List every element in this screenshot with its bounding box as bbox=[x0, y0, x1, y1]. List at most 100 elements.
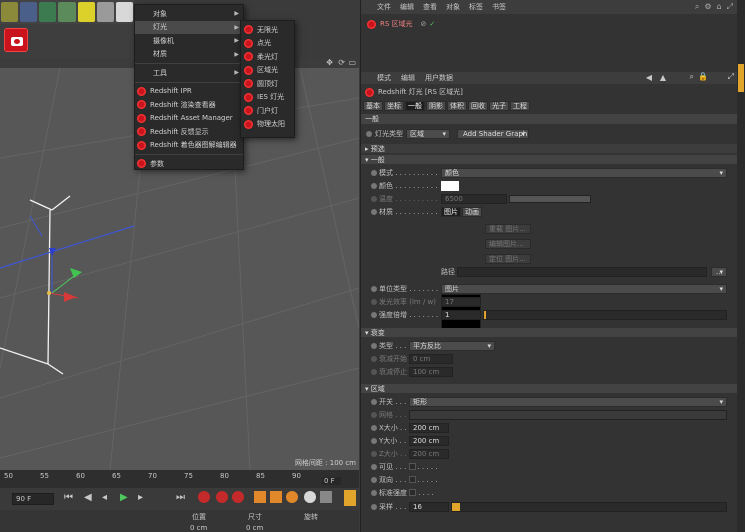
add-shader-graph-button[interactable]: Add Shader Graph bbox=[457, 129, 529, 139]
side-tab-highlight[interactable] bbox=[738, 64, 744, 92]
deformer-icon[interactable] bbox=[58, 2, 76, 22]
temperature-slider[interactable] bbox=[509, 195, 591, 203]
animate-dot-icon[interactable] bbox=[371, 299, 377, 305]
light-menu-item[interactable]: 点光 bbox=[241, 37, 294, 51]
animate-dot-icon[interactable] bbox=[371, 343, 377, 349]
mesh-link-field[interactable] bbox=[409, 410, 727, 420]
animate-dot-icon[interactable] bbox=[371, 170, 377, 176]
expand-icon[interactable]: ⤢ bbox=[728, 72, 734, 82]
end-frame-field[interactable]: 90 F bbox=[12, 493, 54, 505]
y-size-field[interactable]: 200 cm bbox=[409, 436, 449, 446]
animate-dot-icon[interactable] bbox=[371, 490, 377, 496]
visibility-icon[interactable]: ⊘ bbox=[421, 20, 427, 28]
animate-dot-icon[interactable] bbox=[371, 369, 377, 375]
om-menu-item[interactable]: 对象 bbox=[446, 2, 460, 12]
attr-tab[interactable]: 基本 bbox=[363, 101, 383, 111]
animate-dot-icon[interactable] bbox=[371, 399, 377, 405]
cube-icon[interactable] bbox=[1, 2, 19, 22]
animate-dot-icon[interactable] bbox=[371, 286, 377, 292]
light-bulb-icon[interactable] bbox=[96, 2, 114, 22]
attr-tab[interactable]: 一般 bbox=[405, 101, 425, 111]
light-menu-item[interactable]: 圆顶灯 bbox=[241, 77, 294, 91]
light-menu-item[interactable]: 物理太阳 bbox=[241, 118, 294, 132]
menu-item[interactable]: 参数 bbox=[135, 157, 243, 171]
samples-field[interactable]: 16 bbox=[409, 502, 449, 512]
light-menu-item[interactable]: 柔光灯 bbox=[241, 50, 294, 64]
x-size-field[interactable]: 200 cm bbox=[409, 423, 449, 433]
sub-general-row[interactable]: ▾ 一般 bbox=[361, 155, 738, 164]
om-menu-item[interactable]: 标签 bbox=[469, 2, 483, 12]
animate-dot-icon[interactable] bbox=[371, 438, 377, 444]
object-row[interactable]: RS 区域光 ⊘ ✓ bbox=[367, 18, 443, 30]
color-swatch[interactable] bbox=[441, 181, 459, 191]
animate-dot-icon[interactable] bbox=[371, 425, 377, 431]
animate-dot-icon[interactable] bbox=[371, 312, 377, 318]
light-menu-item[interactable]: 门户灯 bbox=[241, 104, 294, 118]
arrow-up-icon[interactable]: ▲ bbox=[660, 73, 666, 82]
menu-item[interactable]: Redshift 渲染查看器 bbox=[135, 98, 243, 112]
temperature-field[interactable]: 6500 bbox=[441, 194, 507, 204]
menu-item[interactable]: 灯光 ▶ bbox=[135, 20, 243, 34]
search-icon[interactable]: ⌕ bbox=[695, 2, 699, 12]
double-sided-checkbox[interactable] bbox=[409, 476, 416, 483]
timeline-ruler[interactable]: 50 55 60 65 70 75 80 85 90 0 F bbox=[0, 470, 359, 488]
light-menu-item[interactable]: IES 灯光 bbox=[241, 91, 294, 105]
preset-row[interactable]: ▸ 预选 bbox=[361, 144, 738, 153]
animate-dot-icon[interactable] bbox=[366, 131, 372, 137]
visible-checkbox[interactable] bbox=[409, 463, 416, 470]
rotate-key-icon[interactable] bbox=[270, 491, 282, 503]
attr-tab[interactable]: 阴影 bbox=[426, 101, 446, 111]
menu-item[interactable]: 对象 ▶ bbox=[135, 7, 243, 21]
texture-button[interactable]: 编辑图片... bbox=[485, 239, 531, 249]
animate-dot-icon[interactable] bbox=[371, 196, 377, 202]
enabled-check-icon[interactable]: ✓ bbox=[429, 20, 435, 28]
normalize-checkbox[interactable] bbox=[409, 489, 416, 496]
falloff-section[interactable]: ▾ 衰变 bbox=[361, 328, 738, 337]
animate-dot-icon[interactable] bbox=[371, 504, 377, 510]
grid-key-icon[interactable] bbox=[320, 491, 332, 503]
animate-dot-icon[interactable] bbox=[371, 464, 377, 470]
size-x-field[interactable]: 0 cm bbox=[246, 524, 263, 532]
texture-button[interactable]: 重载 图片... bbox=[485, 224, 531, 234]
download-icon[interactable] bbox=[115, 2, 133, 22]
pen-tool-icon[interactable] bbox=[20, 2, 38, 22]
area-section[interactable]: ▾ 区域 bbox=[361, 384, 738, 393]
record-icon[interactable] bbox=[198, 491, 210, 503]
path-browse-button[interactable]: ... bbox=[711, 267, 727, 277]
falloff-start-field[interactable]: 0 cm bbox=[409, 354, 453, 364]
play-backward-icon[interactable]: ◂ bbox=[102, 492, 107, 503]
arrow-left-icon[interactable]: ◀ bbox=[646, 73, 652, 82]
go-start-icon[interactable]: ⏮ bbox=[64, 492, 73, 503]
current-frame-field[interactable]: 0 F bbox=[322, 477, 341, 485]
intensity-slider[interactable] bbox=[483, 310, 727, 320]
subdivision-icon[interactable] bbox=[39, 2, 57, 22]
attr-menu-item[interactable]: 编辑 bbox=[401, 73, 415, 83]
animate-dot-icon[interactable] bbox=[371, 209, 377, 215]
menu-item[interactable]: 材质 ▶ bbox=[135, 48, 243, 62]
om-menu-item[interactable]: 文件 bbox=[377, 2, 391, 12]
scale-key-icon[interactable] bbox=[286, 491, 298, 503]
menu-item[interactable]: Redshift 着色器图解编辑器 bbox=[135, 139, 243, 153]
menu-item[interactable]: 摄像机 ▶ bbox=[135, 34, 243, 48]
falloff-type-dropdown[interactable]: 平方反比 bbox=[409, 341, 495, 351]
om-menu-item[interactable]: 编辑 bbox=[400, 2, 414, 12]
z-size-field[interactable]: 200 cm bbox=[409, 449, 449, 459]
maximize-view-icon[interactable]: ▭ bbox=[348, 58, 356, 67]
autokey-icon[interactable] bbox=[216, 491, 228, 503]
intensity-field[interactable]: 1 bbox=[441, 310, 481, 320]
lock-icon[interactable]: 🔒 bbox=[698, 72, 708, 81]
attr-tab[interactable]: 坐标 bbox=[384, 101, 404, 111]
attr-tab[interactable]: 工程 bbox=[510, 101, 530, 111]
area-shape-dropdown[interactable]: 矩形 bbox=[409, 397, 727, 407]
light-menu-item[interactable]: 区域光 bbox=[241, 64, 294, 78]
light-menu-item[interactable]: 无限光 bbox=[241, 23, 294, 37]
play-icon[interactable]: ▶ bbox=[120, 492, 128, 503]
attr-tab[interactable]: 光子 bbox=[489, 101, 509, 111]
timeline-panel-icon[interactable] bbox=[344, 490, 356, 506]
texture-button[interactable]: 定位 图片... bbox=[485, 254, 531, 264]
attr-tab[interactable]: 体积 bbox=[447, 101, 467, 111]
attr-menu-item[interactable]: 用户数据 bbox=[425, 73, 453, 83]
mode-dropdown[interactable]: 颜色 bbox=[441, 168, 727, 178]
om-menu-item[interactable]: 书签 bbox=[492, 2, 506, 12]
menu-item[interactable]: 工具 ▶ bbox=[135, 66, 243, 80]
